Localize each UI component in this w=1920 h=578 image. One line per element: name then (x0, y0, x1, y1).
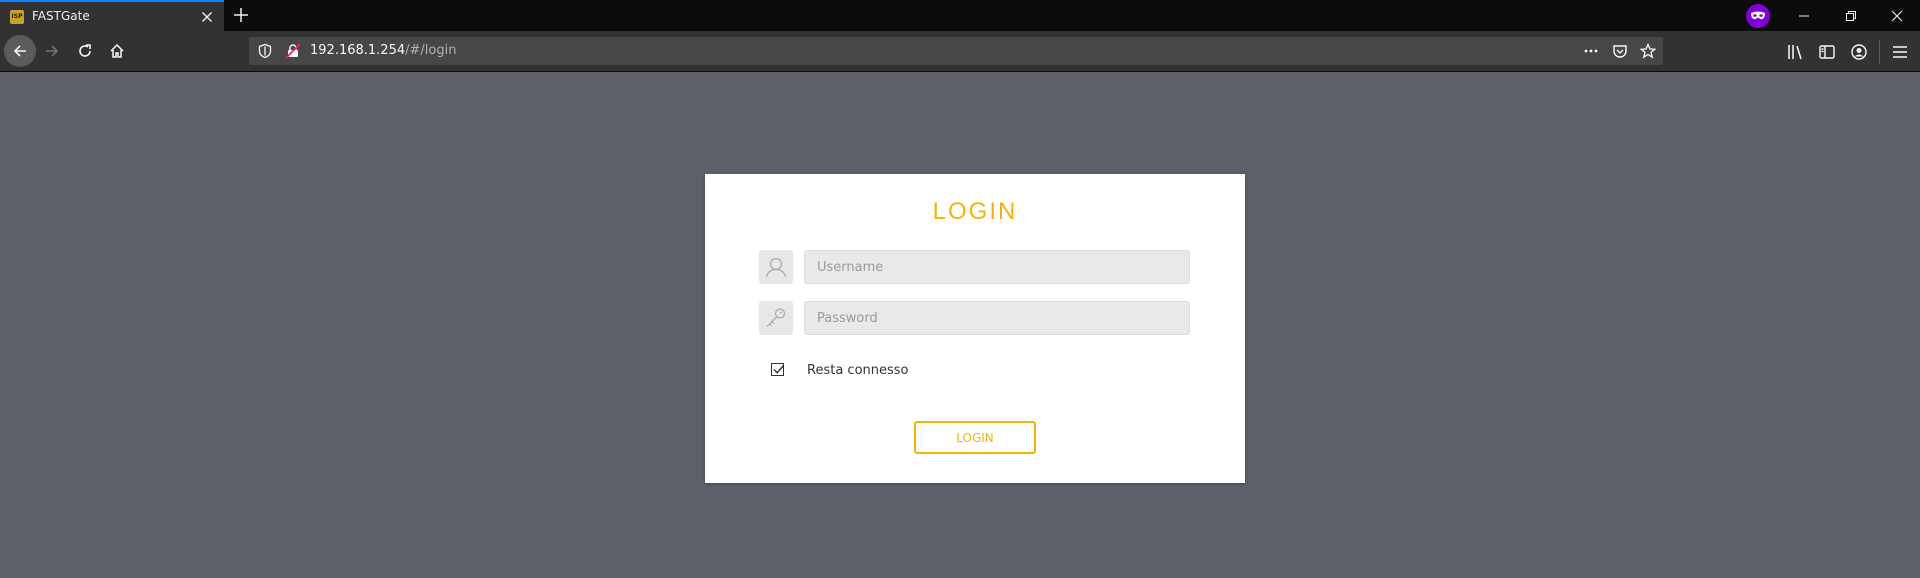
minimize-icon (1799, 15, 1809, 16)
restore-icon (1846, 10, 1856, 21)
tab-fastgate[interactable]: ISP FASTGate (0, 0, 224, 31)
new-tab-icon[interactable] (232, 6, 250, 24)
user-icon (759, 250, 793, 284)
insecure-lock-icon[interactable] (285, 43, 301, 59)
toolbar-separator (1879, 40, 1880, 64)
restore-button[interactable] (1828, 0, 1874, 31)
login-button[interactable]: LOGIN (914, 421, 1036, 454)
arrow-right-icon (46, 45, 59, 57)
tab-title: FASTGate (32, 9, 90, 23)
private-browsing-icon (1746, 4, 1770, 28)
more-actions-icon[interactable] (1583, 43, 1599, 59)
tab-bar: ISP FASTGate (0, 0, 1920, 31)
pocket-icon[interactable] (1612, 43, 1628, 59)
login-title: LOGIN (932, 198, 1018, 225)
remember-checkbox[interactable] (771, 363, 785, 376)
close-icon (1891, 10, 1903, 21)
key-icon (759, 301, 793, 335)
home-icon (110, 43, 124, 58)
account-icon[interactable] (1850, 43, 1868, 61)
remember-label[interactable]: Resta connesso (807, 363, 909, 378)
minimize-button[interactable] (1781, 0, 1827, 31)
forward-button[interactable] (36, 35, 68, 67)
bookmark-star-icon[interactable] (1640, 43, 1656, 59)
arrow-left-icon (13, 45, 26, 57)
favicon: ISP (10, 10, 24, 24)
tracking-shield-icon[interactable] (257, 43, 273, 59)
close-window-button[interactable] (1874, 0, 1920, 31)
page-content: LOGIN Resta connesso LOGIN (0, 73, 1920, 578)
url-path: /#/login (405, 43, 457, 58)
url-text[interactable]: 192.168.1.254/#/login (310, 43, 456, 58)
reload-icon (79, 44, 91, 57)
checkmark-icon (773, 365, 785, 374)
navigation-toolbar: 192.168.1.254/#/login (0, 31, 1920, 72)
close-tab-icon[interactable] (199, 9, 215, 25)
username-input[interactable] (804, 250, 1190, 284)
hamburger-menu-icon[interactable] (1891, 43, 1909, 61)
login-card: LOGIN Resta connesso LOGIN (705, 174, 1245, 483)
reload-button[interactable] (69, 35, 101, 67)
url-bar[interactable]: 192.168.1.254/#/login (249, 37, 1663, 65)
password-input[interactable] (804, 301, 1190, 335)
sidebar-icon[interactable] (1818, 43, 1836, 61)
home-button[interactable] (101, 35, 133, 67)
url-host: 192.168.1.254 (310, 43, 406, 58)
back-button[interactable] (4, 35, 36, 67)
library-icon[interactable] (1787, 43, 1805, 61)
